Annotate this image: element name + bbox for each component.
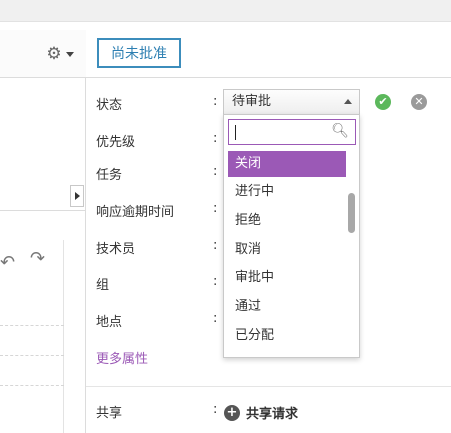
field-label-response-due: 响应逾期时间 <box>96 205 175 220</box>
field-colon: : <box>213 238 218 253</box>
field-label-group: 组 <box>96 278 110 293</box>
chevron-up-icon <box>344 99 352 104</box>
chevron-down-icon <box>65 51 74 57</box>
status-option[interactable]: 已分配 <box>228 323 346 349</box>
collapse-panel-button[interactable] <box>70 185 84 207</box>
left-toolbar: ⚙ <box>0 30 86 78</box>
undo-icon[interactable]: ↶ <box>0 252 15 273</box>
status-option[interactable]: 关闭 <box>228 151 346 177</box>
field-label-technician: 技术员 <box>96 242 136 257</box>
field-colon: : <box>213 164 218 179</box>
add-share-button[interactable]: + 共享请求 <box>224 403 298 422</box>
divider <box>86 386 451 387</box>
field-label-status: 状态 <box>96 98 123 113</box>
approval-status-button[interactable]: 尚未批准 <box>97 38 181 68</box>
redo-icon[interactable]: ↷ <box>30 248 45 269</box>
chevron-right-icon <box>74 192 80 200</box>
field-label-share: 共享 <box>96 406 123 421</box>
text-cursor <box>235 125 236 140</box>
search-icon: 🔍︎ <box>331 123 349 139</box>
gear-icon: ⚙ <box>46 43 62 64</box>
field-colon: : <box>213 311 218 326</box>
field-colon: : <box>213 274 218 289</box>
status-option[interactable]: 通过 <box>228 294 346 320</box>
more-attributes-link[interactable]: 更多属性 <box>96 348 148 367</box>
top-bar <box>0 0 451 22</box>
field-colon: : <box>213 402 218 417</box>
status-option[interactable]: 进行中 <box>228 179 346 205</box>
field-label-task: 任务 <box>96 168 123 183</box>
properties-pane: 尚未批准 状态 : 优先级 : 任务 : 响应逾期时间 : 技术员 : 组 : … <box>86 30 451 433</box>
field-colon: : <box>213 201 218 216</box>
settings-menu-button[interactable]: ⚙ <box>40 42 80 66</box>
status-select[interactable]: 待审批 <box>223 89 360 114</box>
field-label-priority: 优先级 <box>96 135 136 150</box>
left-pane: ⚙ ↶ ↷ <box>0 30 86 433</box>
field-colon: : <box>213 131 218 146</box>
status-search-input[interactable]: 🔍︎ <box>228 119 356 145</box>
field-colon: : <box>213 94 218 109</box>
divider <box>0 385 64 386</box>
status-select-value: 待审批 <box>232 94 272 109</box>
divider <box>0 355 64 356</box>
check-circle-icon[interactable]: ✔ <box>375 94 391 110</box>
divider <box>0 325 64 326</box>
field-label-site: 地点 <box>96 315 123 330</box>
divider <box>0 210 86 211</box>
dropdown-scrollbar[interactable] <box>348 193 355 233</box>
status-option[interactable]: 取消 <box>228 237 346 263</box>
status-option[interactable]: 审批中 <box>228 265 346 291</box>
status-option[interactable]: 拒绝 <box>228 208 346 234</box>
status-dropdown: 🔍︎ 关闭 进行中 拒绝 取消 审批中 通过 已分配 <box>223 114 360 358</box>
divider <box>86 77 451 78</box>
add-share-label: 共享请求 <box>246 407 299 422</box>
close-circle-icon[interactable]: ✕ <box>411 94 427 110</box>
plus-circle-icon: + <box>224 404 240 421</box>
